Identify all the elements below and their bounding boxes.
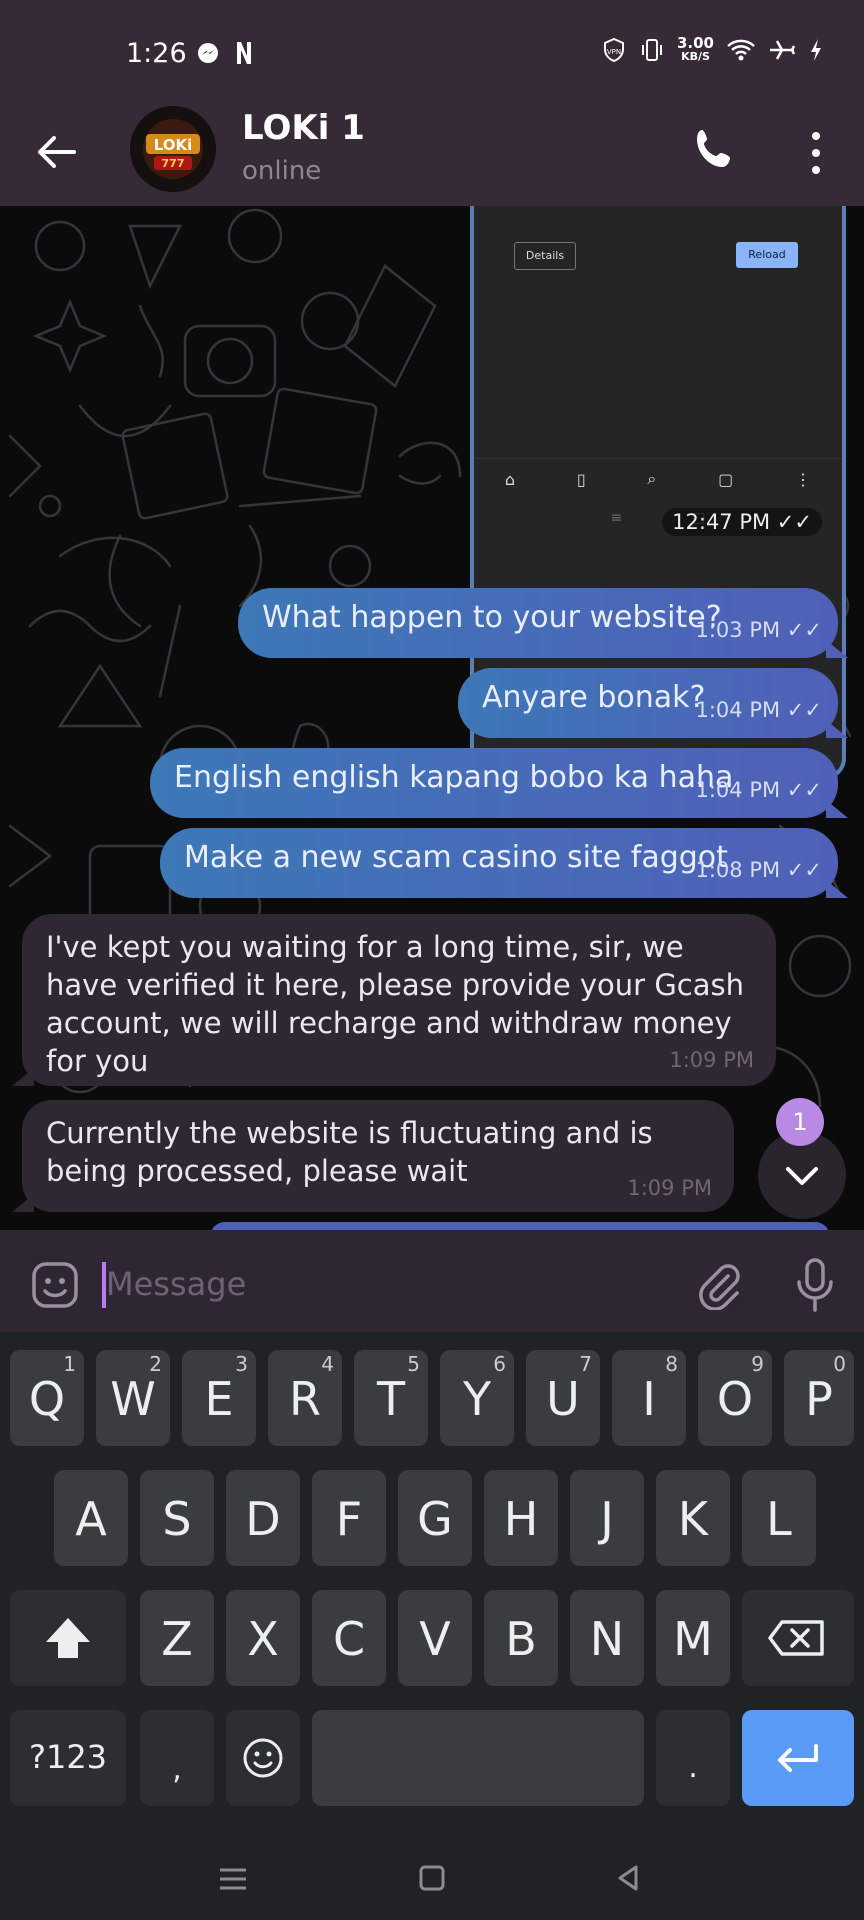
on-screen-keyboard: 1Q 2W 3E 4R 5T 6Y 7U 8I 9O 0P A S D F G … [0,1332,864,1840]
key-s[interactable]: S [140,1470,214,1566]
comma-key[interactable]: , [140,1710,214,1806]
more-icon: ⋮ [795,469,812,489]
key-l[interactable]: L [742,1470,816,1566]
message-text: Anyare bonak? [482,680,706,715]
key-z[interactable]: Z [140,1590,214,1686]
svg-text:LOKi: LOKi [154,136,193,154]
enter-key[interactable] [742,1710,854,1806]
vpn-icon: VPN [603,37,624,63]
symbols-key[interactable]: ?123 [10,1710,126,1806]
sticker-emoji-icon[interactable] [30,1260,80,1310]
message-bubble-outgoing[interactable]: Make a new scam casino site faggot 1:08 … [160,828,838,898]
message-input-bar [0,1230,864,1332]
messenger-icon [198,43,218,63]
message-input[interactable] [102,1258,668,1310]
unread-count-badge: 1 [776,1098,824,1146]
status-bar: 1:26 VPN 3.00 KB/S [0,0,864,100]
key-a[interactable]: A [54,1470,128,1566]
key-m[interactable]: M [656,1590,730,1686]
key-e[interactable]: 3E [182,1350,256,1446]
network-speed: 3.00 KB/S [676,34,714,64]
shift-arrow-icon [46,1618,90,1658]
period-key[interactable]: . [656,1710,730,1806]
search-icon: ⌕ [647,469,657,488]
netflix-icon [237,42,251,64]
key-h[interactable]: H [484,1470,558,1566]
microphone-icon[interactable] [790,1256,840,1314]
contact-status: online [242,156,322,186]
system-navigation-bar [0,1840,864,1920]
message-text: I've kept you waiting for a long time, s… [46,930,744,1078]
key-q[interactable]: 1Q [10,1350,84,1446]
image-message-time: 12:47 PM ✓✓ [662,508,822,536]
message-text: What happen to your website? [262,600,722,635]
home-button-icon[interactable] [416,1862,448,1894]
key-v[interactable]: V [398,1590,472,1686]
recent-apps-icon[interactable] [216,1864,250,1894]
vibrate-icon [641,39,662,61]
key-y[interactable]: 6Y [440,1350,514,1446]
message-time: 1:03 PM ✓✓ [695,618,823,642]
message-text: English english kapang bobo ka haha [174,760,734,795]
key-i[interactable]: 8I [612,1350,686,1446]
message-bubble-outgoing[interactable]: English english kapang bobo ka haha 1:04… [150,748,838,818]
message-time: 1:08 PM ✓✓ [695,858,823,882]
key-u[interactable]: 7U [526,1350,600,1446]
more-options-icon[interactable] [804,128,828,178]
key-o[interactable]: 9O [698,1350,772,1446]
enter-arrow-icon [778,1744,818,1772]
avatar[interactable]: LOKi 777 [130,106,216,192]
partial-message-bubble [210,1222,830,1230]
key-n[interactable]: N [570,1590,644,1686]
emoji-key[interactable] [226,1710,300,1806]
key-r[interactable]: 4R [268,1350,342,1446]
message-time: 1:04 PM ✓✓ [695,778,823,802]
key-w[interactable]: 2W [96,1350,170,1446]
message-bubble-incoming[interactable]: I've kept you waiting for a long time, s… [22,914,776,1086]
message-bubble-incoming[interactable]: Currently the website is fluctuating and… [22,1100,734,1212]
screenshot-browser-nav: ⌂ ▯ ⌕ ▢ ⋮ [474,458,842,499]
backspace-icon [768,1620,824,1656]
bookmark-icon: ▯ [576,469,586,489]
message-text: Make a new scam casino site faggot [184,840,728,875]
message-bubble-outgoing[interactable]: What happen to your website? 1:03 PM ✓✓ [238,588,838,658]
back-button-icon[interactable] [612,1862,644,1894]
screenshot-reload-button: Reload [736,242,798,268]
emoji-smiley-icon [243,1738,283,1778]
space-bar[interactable] [312,1710,644,1806]
wifi-icon [727,39,755,61]
key-j[interactable]: J [570,1470,644,1566]
airplane-mode-icon [770,40,796,60]
tabs-icon: ▢ [718,469,734,489]
key-c[interactable]: C [312,1590,386,1686]
key-d[interactable]: D [226,1470,300,1566]
backspace-key[interactable] [742,1590,854,1686]
message-time: 1:09 PM [669,1048,754,1072]
contact-name[interactable]: LOKi 1 [242,108,365,148]
screenshot-details-button: Details [514,242,576,270]
recents-icon: ≡ [610,510,623,526]
chat-area[interactable]: Details Reload ⌂ ▯ ⌕ ▢ ⋮ ≡ ▢ 12:47 PM ✓✓… [0,206,864,1230]
key-b[interactable]: B [484,1590,558,1686]
shift-key[interactable] [10,1590,126,1686]
message-time: 1:04 PM ✓✓ [695,698,823,722]
key-g[interactable]: G [398,1470,472,1566]
key-t[interactable]: 5T [354,1350,428,1446]
svg-text:777: 777 [162,157,185,170]
chat-header: LOKi 777 LOKi 1 online [0,100,864,206]
key-f[interactable]: F [312,1470,386,1566]
key-k[interactable]: K [656,1470,730,1566]
message-time: 1:09 PM [627,1176,712,1200]
message-bubble-outgoing[interactable]: Anyare bonak? 1:04 PM ✓✓ [458,668,838,738]
home-icon: ⌂ [504,469,516,489]
attach-paperclip-icon[interactable] [694,1260,744,1310]
key-p[interactable]: 0P [784,1350,854,1446]
phone-call-icon[interactable] [692,126,740,174]
key-x[interactable]: X [226,1590,300,1686]
battery-charging-icon [811,39,821,61]
back-arrow-icon[interactable] [34,130,78,174]
message-text: Currently the website is fluctuating and… [46,1116,653,1188]
status-time: 1:26 [126,38,187,69]
svg-text:VPN: VPN [607,48,621,56]
